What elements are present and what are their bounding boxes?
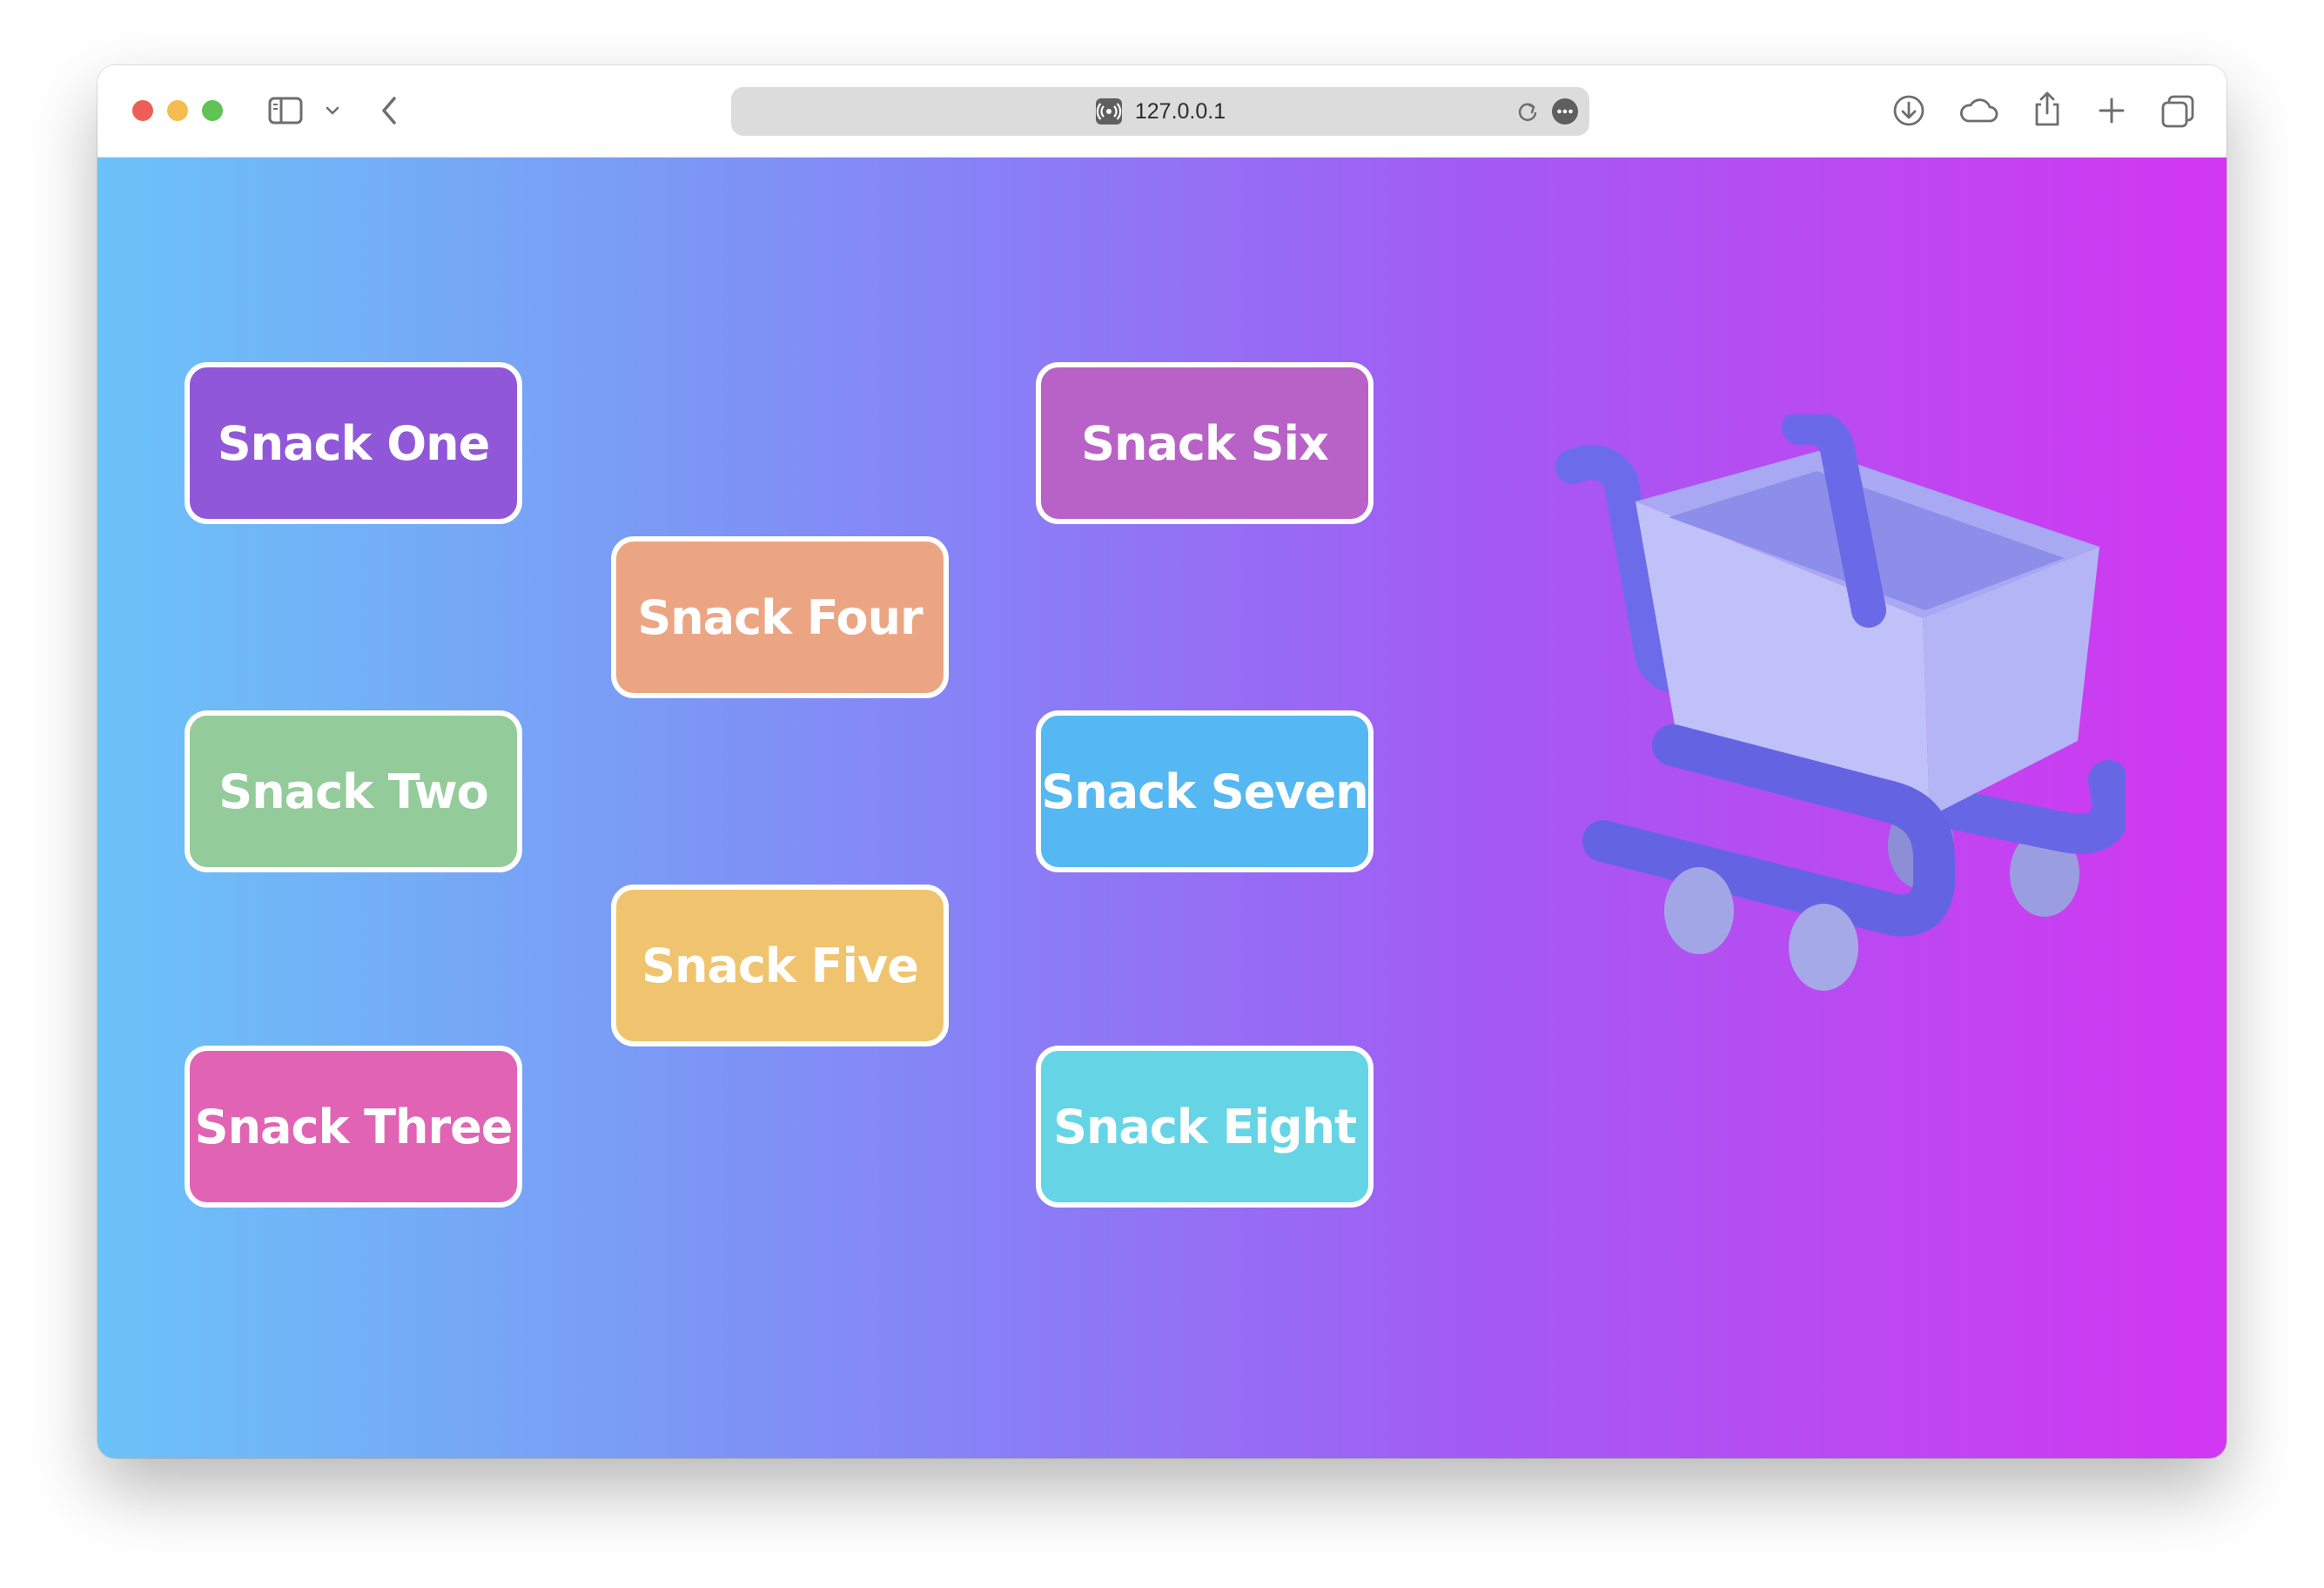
chevron-down-icon[interactable] bbox=[325, 104, 340, 117]
page-content: Snack One Snack Two Snack Three Snack Fo… bbox=[97, 158, 2227, 1458]
tabs-icon[interactable] bbox=[2160, 94, 2195, 129]
address-bar[interactable]: 127.0.0.1 bbox=[731, 87, 1589, 136]
snack-three-button[interactable]: Snack Three bbox=[185, 1046, 522, 1208]
snack-one-button[interactable]: Snack One bbox=[185, 362, 522, 524]
snack-six-button[interactable]: Snack Six bbox=[1036, 362, 1374, 524]
minimize-window-button[interactable] bbox=[167, 100, 188, 121]
close-window-button[interactable] bbox=[132, 100, 153, 121]
shopping-cart-icon bbox=[1555, 414, 2126, 991]
snack-five-button[interactable]: Snack Five bbox=[611, 885, 949, 1046]
snack-eight-button[interactable]: Snack Eight bbox=[1036, 1046, 1374, 1208]
snack-two-button[interactable]: Snack Two bbox=[185, 710, 522, 872]
download-icon[interactable] bbox=[1892, 94, 1925, 127]
cloud-icon[interactable] bbox=[1958, 97, 1998, 124]
plus-icon[interactable] bbox=[2097, 96, 2126, 125]
url-text: 127.0.0.1 bbox=[1134, 98, 1226, 124]
snack-seven-button[interactable]: Snack Seven bbox=[1036, 710, 1374, 872]
reload-icon[interactable] bbox=[1515, 99, 1541, 125]
broadcast-icon bbox=[1095, 98, 1122, 124]
zoom-window-button[interactable] bbox=[202, 100, 223, 121]
share-icon[interactable] bbox=[2032, 90, 2063, 128]
more-options-icon[interactable] bbox=[1551, 98, 1579, 125]
snack-four-button[interactable]: Snack Four bbox=[611, 536, 949, 698]
browser-window: 127.0.0.1 Snack One Snack Two Snack Thre… bbox=[97, 65, 2227, 1458]
sidebar-icon[interactable] bbox=[268, 97, 303, 124]
back-icon[interactable] bbox=[378, 95, 400, 126]
browser-toolbar: 127.0.0.1 bbox=[97, 65, 2227, 158]
